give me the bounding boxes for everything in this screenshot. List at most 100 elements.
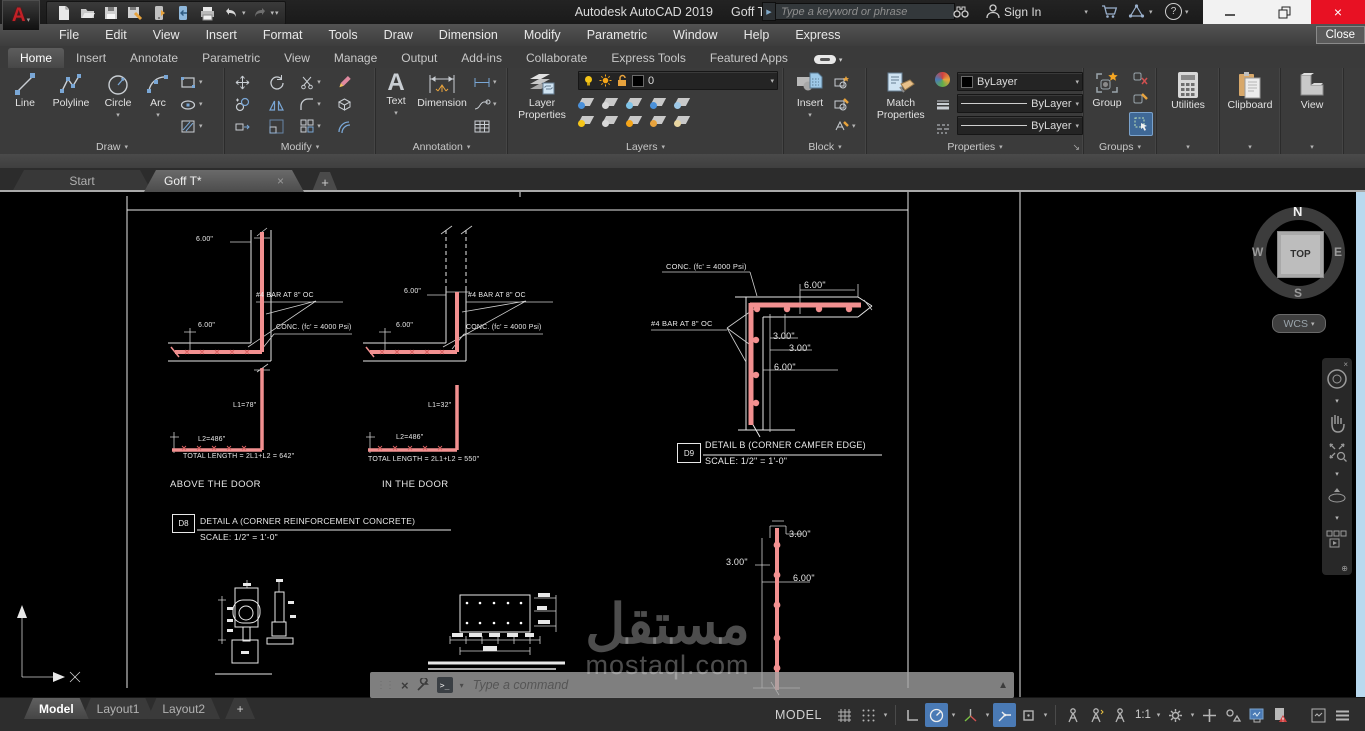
drawing-viewport[interactable]: 6.00" #4 BAR AT 8" OC 6.00" CONC. (fc' =… xyxy=(0,192,1365,697)
viewcube-south[interactable]: S xyxy=(1294,286,1302,300)
sign-in-caret-icon[interactable]: ▾ xyxy=(1084,8,1088,16)
navigation-wheel-icon[interactable] xyxy=(1326,368,1348,390)
polar-tracking-icon[interactable] xyxy=(925,703,948,727)
app-store-icon[interactable] xyxy=(1100,3,1118,20)
tab-home[interactable]: Home xyxy=(8,48,64,68)
layer-off-icon[interactable] xyxy=(578,95,595,109)
orbit-caret-icon[interactable]: ▾ xyxy=(1335,514,1339,522)
fillet-tool-icon[interactable]: ▾ xyxy=(299,97,321,112)
annotation-panel-title[interactable]: Annotation▾ xyxy=(376,139,507,154)
tab-insert[interactable]: Insert xyxy=(64,48,118,68)
help-caret-icon[interactable]: ▾ xyxy=(1185,8,1189,16)
clean-screen-icon[interactable] xyxy=(1307,703,1330,727)
group-button[interactable]: Group xyxy=(1087,68,1127,109)
zoom-caret-icon[interactable]: ▾ xyxy=(1335,470,1339,478)
new-drawing-tab-button[interactable]: + xyxy=(312,172,338,192)
menu-express[interactable]: Express xyxy=(782,28,853,42)
stretch-tool-icon[interactable] xyxy=(234,119,251,134)
annotation-scale-value[interactable]: 1:1 xyxy=(1135,709,1151,721)
mirror-tool-icon[interactable] xyxy=(268,97,285,112)
save-to-web-mobile-icon[interactable] xyxy=(149,4,169,22)
lineweight-caret-icon[interactable]: ▾ xyxy=(1075,100,1079,108)
copy-tool-icon[interactable] xyxy=(234,96,251,113)
ribbon-minimize-button[interactable]: ▾ xyxy=(814,55,843,64)
clipboard-button[interactable]: Clipboard xyxy=(1221,68,1279,111)
redo-icon[interactable] xyxy=(250,4,270,22)
grid-display-icon[interactable] xyxy=(833,703,856,727)
save-as-icon[interactable] xyxy=(125,4,145,22)
sign-in-button[interactable]: Sign In ▾ xyxy=(985,3,1088,20)
rotate-tool-icon[interactable] xyxy=(268,74,285,91)
define-attributes-icon[interactable] xyxy=(834,119,850,133)
modify-panel-title[interactable]: Modify▾ xyxy=(225,139,375,154)
wheel-caret-icon[interactable]: ▾ xyxy=(1335,397,1339,405)
linear-dimension-icon[interactable] xyxy=(473,76,491,89)
osnap-caret-icon[interactable]: ▾ xyxy=(1041,711,1050,719)
layer-on-all-icon[interactable] xyxy=(578,113,595,127)
trim-caret-icon[interactable]: ▾ xyxy=(317,78,321,86)
arc-caret-icon[interactable]: ▾ xyxy=(156,110,160,122)
scale-tool-icon[interactable] xyxy=(268,118,285,135)
lineweight-select[interactable]: ByLayer ▾ xyxy=(957,94,1083,113)
group-edit-icon[interactable] xyxy=(1133,92,1149,106)
tab-collaborate[interactable]: Collaborate xyxy=(514,48,599,68)
create-block-icon[interactable] xyxy=(834,75,850,89)
group-selection-toggle[interactable] xyxy=(1129,112,1153,136)
navbar-settings-icon[interactable]: ⊕ xyxy=(1341,564,1348,573)
command-input[interactable] xyxy=(471,677,991,693)
save-icon[interactable] xyxy=(101,4,121,22)
ellipse-caret-icon[interactable]: ▾ xyxy=(199,100,203,108)
restore-button[interactable] xyxy=(1257,0,1311,24)
attributes-caret-icon[interactable]: ▾ xyxy=(852,122,856,130)
object-snap-icon[interactable] xyxy=(1017,703,1040,727)
menu-tools[interactable]: Tools xyxy=(315,28,370,42)
line-button[interactable]: Line xyxy=(4,68,46,109)
tab-addins[interactable]: Add-ins xyxy=(449,48,514,68)
file-tab-start[interactable]: Start xyxy=(12,170,152,192)
leader-caret-icon[interactable]: ▾ xyxy=(493,100,497,108)
menu-insert[interactable]: Insert xyxy=(193,28,250,42)
menu-view[interactable]: View xyxy=(140,28,193,42)
object-color-select[interactable]: ByLayer ▾ xyxy=(957,72,1083,91)
color-caret-icon[interactable]: ▾ xyxy=(1075,78,1079,86)
tab-annotate[interactable]: Annotate xyxy=(118,48,190,68)
tab-featured-apps[interactable]: Featured Apps xyxy=(698,48,800,68)
iso-caret-icon[interactable]: ▾ xyxy=(983,711,992,719)
zoom-extents-icon[interactable] xyxy=(1327,441,1347,463)
edit-block-icon[interactable] xyxy=(834,97,850,111)
isometric-drafting-icon[interactable] xyxy=(959,703,982,727)
isolate-objects-icon[interactable] xyxy=(1222,703,1245,727)
utilities-button[interactable]: Utilities xyxy=(1159,68,1217,111)
graphics-performance-icon[interactable] xyxy=(1246,703,1269,727)
hatch-tool-icon[interactable] xyxy=(180,119,197,134)
menu-window[interactable]: Window xyxy=(660,28,730,42)
layer-paint-icon[interactable] xyxy=(674,113,691,127)
rectangle-caret-icon[interactable]: ▾ xyxy=(199,78,203,86)
layout-tab-layout2[interactable]: Layout2 xyxy=(147,698,220,719)
properties-panel-title[interactable]: Properties▾ xyxy=(867,139,1083,154)
annotation-visibility-icon[interactable] xyxy=(1061,703,1084,727)
move-tool-icon[interactable] xyxy=(234,74,251,91)
search-input[interactable] xyxy=(776,3,955,20)
file-tab-close-icon[interactable]: × xyxy=(277,174,284,188)
new-file-icon[interactable] xyxy=(53,4,73,22)
layer-freeze-icon[interactable] xyxy=(626,95,643,109)
view-button[interactable]: View xyxy=(1283,68,1341,111)
undo-caret-icon[interactable]: ▾ xyxy=(242,9,246,17)
showmotion-icon[interactable] xyxy=(1326,529,1348,549)
command-close-icon[interactable]: × xyxy=(401,678,409,693)
menu-format[interactable]: Format xyxy=(250,28,316,42)
menu-parametric[interactable]: Parametric xyxy=(574,28,660,42)
open-from-web-mobile-icon[interactable] xyxy=(173,4,193,22)
layer-properties-button[interactable]: Layer Properties xyxy=(512,68,572,121)
match-properties-button[interactable]: Match Properties xyxy=(871,68,931,121)
application-menu-button[interactable]: A ▾ xyxy=(2,0,40,31)
wcs-menu[interactable]: WCS▾ xyxy=(1272,314,1326,333)
leader-icon[interactable] xyxy=(473,98,491,111)
pan-icon[interactable] xyxy=(1327,412,1347,434)
linetype-caret-icon[interactable]: ▾ xyxy=(1075,122,1079,130)
layers-panel-title[interactable]: Layers▾ xyxy=(508,139,783,154)
hatch-caret-icon[interactable]: ▾ xyxy=(199,122,203,130)
search-button[interactable] xyxy=(952,3,970,20)
snap-mode-icon[interactable] xyxy=(857,703,880,727)
